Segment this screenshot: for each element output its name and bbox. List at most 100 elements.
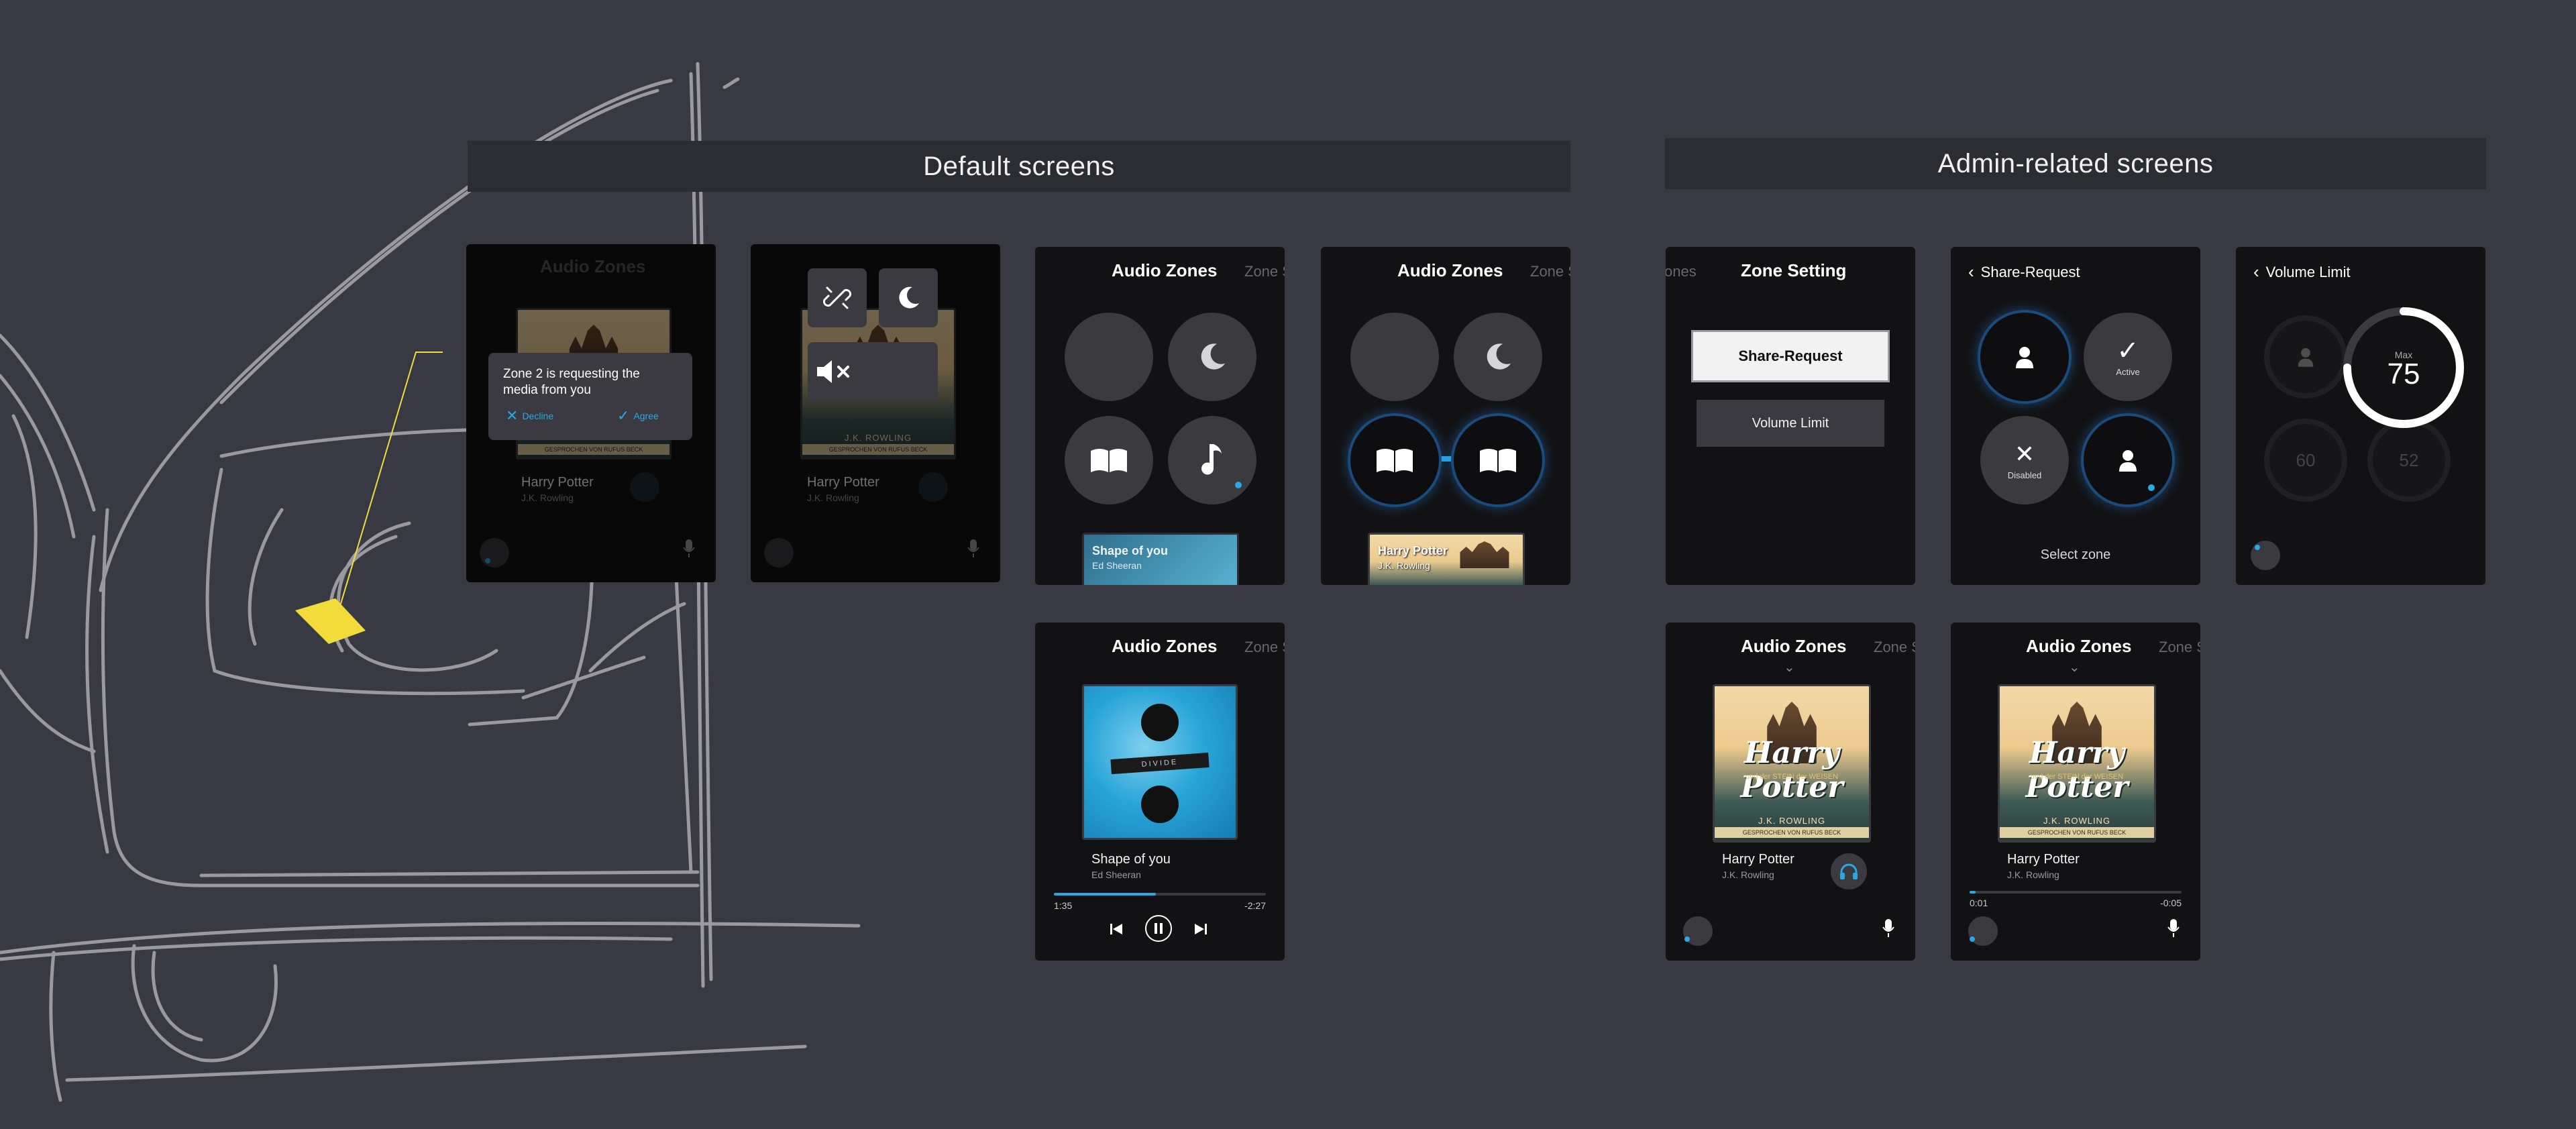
zone-audiobook-button[interactable] — [1065, 416, 1153, 504]
unlink-button[interactable] — [808, 268, 867, 327]
volume-limit-button[interactable]: Volume Limit — [1697, 400, 1884, 447]
zone-empty-button[interactable] — [1350, 313, 1439, 401]
zone-1-button[interactable] — [1980, 313, 2069, 401]
pause-icon — [1155, 923, 1163, 934]
zone-indicator[interactable] — [764, 538, 794, 568]
admin-section-header: Admin-related screens — [1665, 138, 2486, 189]
night-mode-button[interactable] — [879, 268, 938, 327]
progress-bar[interactable] — [1970, 891, 2182, 894]
chevron-left-icon: ‹ — [2253, 262, 2259, 282]
screen-audio-zones: Audio Zones Zone S Shape of you Ed Sheer… — [1035, 247, 1285, 585]
track-title: Harry Potter — [1378, 544, 1448, 557]
progress-fill — [1054, 893, 1156, 896]
zone-night-button[interactable] — [1168, 313, 1256, 401]
microphone-icon[interactable] — [967, 539, 980, 558]
previous-screen-title: ones — [1666, 263, 1697, 280]
screen-audio-zones-linked: Audio Zones Zone S Harry Potter J.K. Row… — [1321, 247, 1570, 585]
skip-previous-icon — [1110, 924, 1122, 934]
screen-share-request: ‹ Share-Request ✓ Active ✕ Disabled Sele… — [1951, 247, 2200, 585]
active-zone-dot — [1235, 482, 1242, 488]
track-title: Harry Potter — [1722, 852, 1794, 867]
screen-title: Share-Request — [1980, 263, 2080, 280]
max-value: 75 — [2387, 358, 2420, 390]
microphone-icon[interactable] — [682, 539, 696, 558]
album-cover: Harry Potter und der STEIN der WEISEN J.… — [1998, 684, 2156, 843]
volume-limit-dial[interactable]: Max 75 — [2337, 301, 2471, 435]
disabled-label: Disabled — [2007, 470, 2042, 480]
zone-3-disabled-button[interactable]: ✕ Disabled — [1980, 416, 2069, 504]
zone-1-volume[interactable] — [2264, 315, 2347, 398]
album-cover: Harry Potter und der STEIN der WEISEN J.… — [1713, 684, 1871, 843]
track-artist: Ed Sheeran — [1091, 869, 1141, 880]
zone-indicator-dot — [1684, 936, 1690, 942]
headphones-button[interactable] — [1831, 853, 1867, 890]
zone-3-volume[interactable]: 60 — [2264, 419, 2347, 502]
cover-author: J.K. ROWLING — [1758, 816, 1826, 826]
cover-author: J.K. ROWLING — [844, 433, 912, 443]
microphone-icon[interactable] — [2167, 919, 2180, 938]
skip-next-icon — [1195, 924, 1207, 934]
decline-label: Decline — [522, 411, 554, 421]
track-title: Shape of you — [1092, 544, 1169, 557]
cover-reader: GESPROCHEN VON RUFUS BECK — [2000, 827, 2154, 838]
screen-audiobook-progress: Audio Zones Zone S ⌄ Harry Potter und de… — [1951, 623, 2200, 961]
next-button[interactable] — [1191, 919, 1211, 939]
close-icon: ✕ — [2014, 439, 2035, 468]
zone-empty-button[interactable] — [1065, 313, 1153, 401]
book-icon — [1480, 449, 1516, 472]
pause-button[interactable] — [1145, 915, 1172, 942]
mute-button[interactable] — [808, 342, 938, 401]
cover-title: Harry Potter — [1740, 735, 1843, 804]
screen-audiobook-zone: Audio Zones Zone S ⌄ Harry Potter und de… — [1666, 623, 1915, 961]
default-section-title: Default screens — [923, 151, 1115, 181]
select-zone-label: Select zone — [2040, 547, 2111, 562]
agree-button[interactable]: ✓ Agree — [617, 409, 659, 423]
zone-volume-value: 52 — [2399, 449, 2419, 470]
progress-bar[interactable] — [1054, 893, 1266, 896]
highlight-marker — [295, 598, 366, 644]
zone-audiobook-left-button[interactable] — [1350, 416, 1439, 504]
back-button[interactable]: ‹ Volume Limit — [2253, 262, 2351, 282]
zone-audiobook-right-button[interactable] — [1454, 416, 1542, 504]
track-title: Harry Potter — [807, 475, 879, 490]
headphones-button[interactable] — [630, 472, 659, 502]
active-zone-dot — [2148, 484, 2155, 491]
moon-icon — [1201, 343, 1226, 370]
zone-indicator[interactable] — [480, 538, 509, 568]
next-screen-title: Zone S — [1244, 263, 1285, 280]
headphones-button[interactable] — [918, 472, 948, 502]
zone-night-button[interactable] — [1454, 313, 1542, 401]
elapsed-time: 0:01 — [1970, 898, 1988, 908]
share-request-button[interactable]: Share-Request — [1691, 330, 1890, 382]
person-icon — [2119, 450, 2137, 472]
zone-music-button[interactable] — [1168, 416, 1256, 504]
book-icon — [1377, 449, 1413, 472]
screen-title: Audio Zones — [1741, 636, 1847, 656]
album-cover: Shape of you Ed Sheeran — [1082, 533, 1239, 585]
decline-button[interactable]: ✕ Decline — [506, 409, 554, 423]
share-request-popup: Zone 2 is requesting the media from you … — [488, 353, 692, 440]
zone-2-active-button[interactable]: ✓ Active — [2084, 313, 2172, 401]
track-artist: J.K. Rowling — [807, 492, 859, 503]
cover-subtitle: und der STEIN der WEISEN — [1745, 772, 1839, 781]
zone-indicator-dot — [485, 558, 490, 563]
screen-now-playing-music: Audio Zones Zone S DIVIDE Shape of you E… — [1035, 623, 1285, 961]
popup-message: Zone 2 is requesting the media from you — [503, 367, 640, 397]
zone-indicator-dot — [1970, 936, 1975, 942]
moon-icon — [899, 286, 919, 309]
chevron-down-icon[interactable]: ⌄ — [2069, 659, 2080, 676]
screen-title: Audio Zones — [1112, 260, 1218, 280]
chevron-left-icon: ‹ — [1968, 262, 1974, 282]
zone-volume-value: 60 — [2296, 449, 2316, 470]
cover-text: DIVIDE — [1110, 752, 1210, 775]
previous-button[interactable] — [1106, 919, 1126, 939]
microphone-icon[interactable] — [1882, 919, 1895, 938]
screen-title: Volume Limit — [2265, 263, 2351, 280]
track-artist: Ed Sheeran — [1092, 560, 1142, 571]
zone-4-button[interactable] — [2084, 416, 2172, 504]
back-button[interactable]: ‹ Share-Request — [1968, 262, 2080, 282]
chevron-down-icon[interactable]: ⌄ — [1784, 659, 1795, 676]
next-screen-title: Zone S — [1874, 639, 1915, 655]
cover-reader: GESPROCHEN VON RUFUS BECK — [518, 444, 669, 455]
track-artist: J.K. Rowling — [521, 492, 574, 503]
